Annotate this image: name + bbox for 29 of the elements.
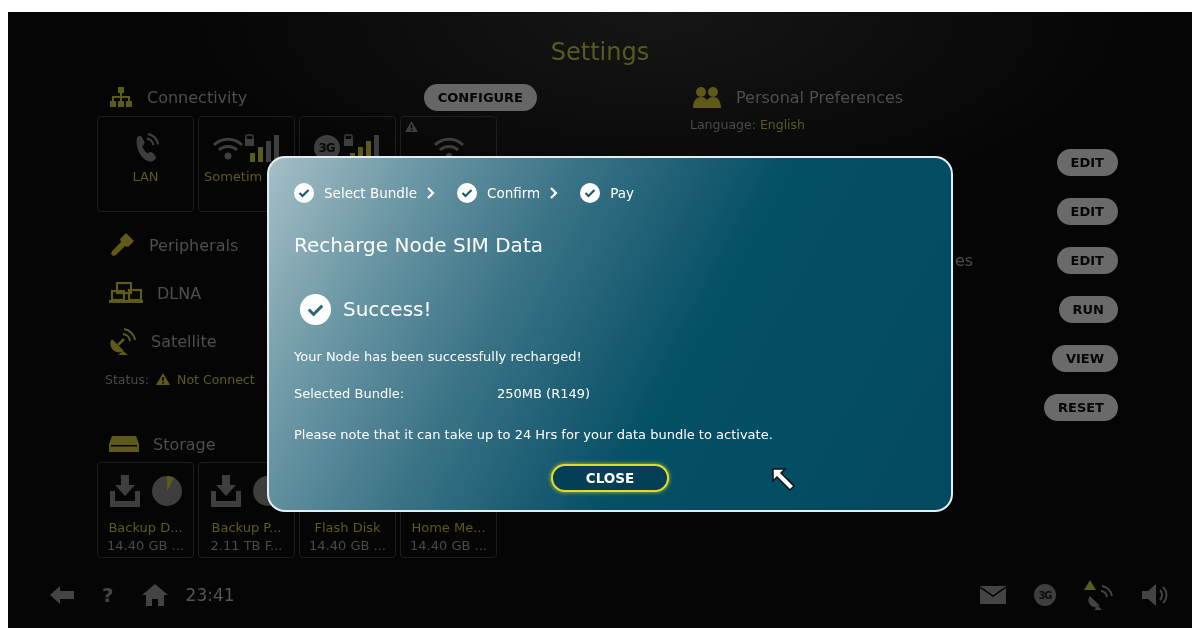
screen-title: Settings bbox=[549, 37, 651, 67]
section-title: Storage bbox=[153, 434, 216, 454]
status-label: Status: bbox=[105, 371, 150, 387]
tile-label: Sometim bbox=[203, 169, 264, 184]
status-value: Not Connect bbox=[177, 371, 255, 387]
activation-note: Please note that it can take up to 24 Hrs for your data bundle to activate. bbox=[294, 426, 774, 444]
tile-label: LAN bbox=[132, 169, 159, 184]
device-size: 2.11 TB F... bbox=[210, 537, 283, 555]
language-value: English bbox=[759, 117, 806, 132]
step-label: Pay bbox=[610, 185, 634, 201]
setting-label: es bbox=[954, 250, 974, 270]
device-size: 14.40 GB ... bbox=[107, 537, 184, 555]
bundle-label: Selected Bundle: bbox=[294, 385, 406, 403]
language-label: Language: bbox=[690, 117, 756, 132]
success-message: Your Node has been successfully recharged! bbox=[294, 348, 583, 366]
step-label: Confirm bbox=[486, 185, 541, 201]
step-label: Select Bundle bbox=[324, 185, 417, 201]
device-size: 14.40 GB ... bbox=[309, 537, 386, 555]
section-title: Connectivity bbox=[147, 87, 248, 107]
bundle-value: 250MB (R149) bbox=[497, 385, 591, 403]
success-heading: Success! bbox=[343, 297, 432, 321]
device-name: Backup P... bbox=[211, 519, 282, 537]
device-name: Backup D... bbox=[108, 519, 183, 537]
device-name: Flash Disk bbox=[314, 519, 381, 537]
device-name: Home Me... bbox=[411, 519, 486, 537]
device-size: 14.40 GB ... bbox=[410, 537, 487, 555]
clock-time: 23:41 bbox=[185, 585, 235, 605]
dialog-title: Recharge Node SIM Data bbox=[294, 232, 544, 258]
section-title: Personal Preferences bbox=[736, 87, 904, 107]
